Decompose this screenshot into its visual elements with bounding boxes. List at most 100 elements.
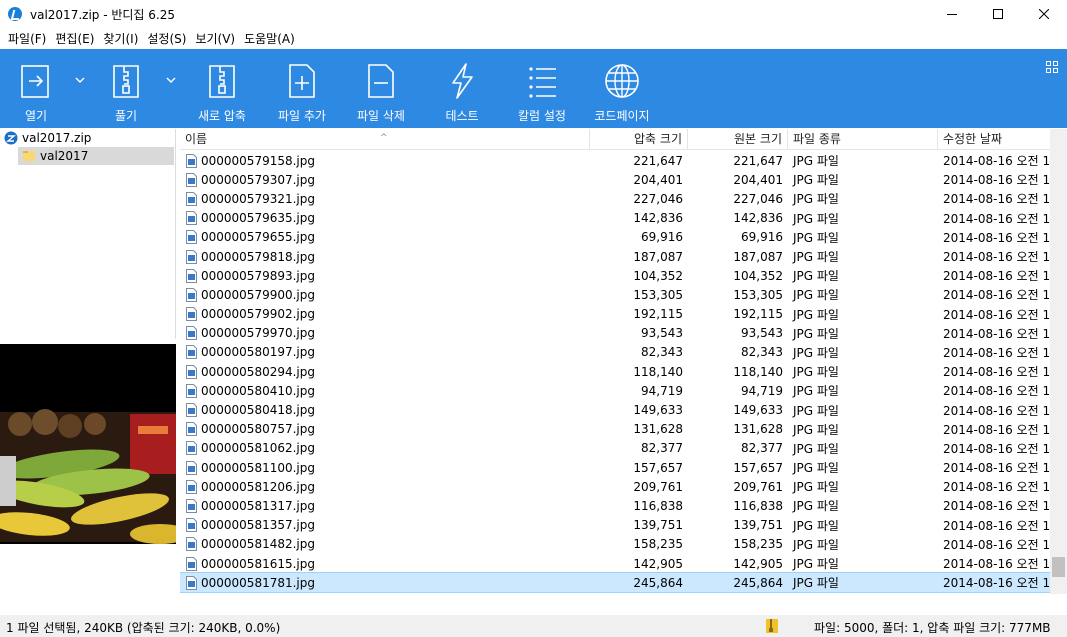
column-settings-button[interactable]: 칼럼 설정 <box>512 49 572 128</box>
layout-grid-icon[interactable] <box>1046 61 1058 73</box>
folder-icon <box>23 151 35 161</box>
file-row[interactable]: 000000580294.jpg 118,140 118,140 JPG 파일 2014… <box>180 362 1053 381</box>
file-modified-date: 2014-08-16 오전 12: <box>943 422 1053 437</box>
file-row[interactable]: 000000581206.jpg 209,761 209,761 JPG 파일 2014… <box>180 477 1053 496</box>
file-row[interactable]: 000000581317.jpg 116,838 116,838 JPG 파일 2014… <box>180 496 1053 515</box>
file-modified-date: 2014-08-16 오전 12: <box>943 557 1053 572</box>
file-row[interactable]: 000000581100.jpg 157,657 157,657 JPG 파일 2014… <box>180 458 1053 477</box>
file-name-cell: 000000581206.jpg <box>180 479 590 494</box>
jpg-file-icon <box>186 153 197 168</box>
open-label: 열기 <box>24 109 48 123</box>
tree-root[interactable]: val2017.zip <box>0 129 175 147</box>
file-compressed-size: 245,864 <box>633 575 683 590</box>
jpg-file-icon <box>186 191 197 206</box>
new-archive-label: 새로 압축 <box>198 109 246 123</box>
file-name-cell: 000000580410.jpg <box>180 383 590 398</box>
column-header-modified[interactable]: 수정한 날짜 <box>938 129 1053 150</box>
column-header-original[interactable]: 원본 크기 <box>688 129 788 150</box>
file-compressed-size: 82,377 <box>641 441 683 456</box>
file-compressed-size: 153,305 <box>633 287 683 302</box>
file-modified-date: 2014-08-16 오전 12: <box>943 518 1053 533</box>
file-name: 000000579321.jpg <box>201 191 315 206</box>
menu-settings[interactable]: 설정(S) <box>143 30 190 47</box>
jpg-file-icon <box>186 498 197 513</box>
file-compressed-size: 192,115 <box>633 307 683 322</box>
jpg-file-icon <box>186 211 197 226</box>
vertical-scroll-thumb[interactable] <box>1052 557 1065 577</box>
list-header: ^ 이름 압축 크기 원본 크기 파일 종류 수정한 날짜 <box>180 129 1053 150</box>
file-row[interactable]: 000000581357.jpg 139,751 139,751 JPG 파일 2014… <box>180 516 1053 535</box>
file-original-size: 153,305 <box>733 287 783 302</box>
file-original-size: 192,115 <box>733 307 783 322</box>
bandizip-icon[interactable] <box>8 7 22 21</box>
file-type: JPG 파일 <box>793 192 839 207</box>
column-header-type[interactable]: 파일 종류 <box>788 129 938 150</box>
file-name: 000000579158.jpg <box>201 153 315 168</box>
file-original-size: 69,916 <box>741 230 783 245</box>
file-compressed-size: 69,916 <box>641 230 683 245</box>
file-row[interactable]: 000000579321.jpg 227,046 227,046 JPG 파일 2014… <box>180 189 1053 208</box>
menu-view[interactable]: 보기(V) <box>191 30 239 47</box>
menu-edit[interactable]: 편집(E) <box>51 30 98 47</box>
tree-folder-val2017[interactable]: val2017 <box>18 147 174 165</box>
open-dropdown-icon[interactable] <box>74 75 86 85</box>
file-original-size: 204,401 <box>733 172 783 187</box>
file-original-size: 158,235 <box>733 537 783 552</box>
file-row[interactable]: 000000579970.jpg 93,543 93,543 JPG 파일 2014-0… <box>180 324 1053 343</box>
extract-dropdown-icon[interactable] <box>165 75 177 85</box>
file-name: 000000580197.jpg <box>201 345 315 360</box>
extract-button[interactable]: 풀기 <box>106 49 146 128</box>
file-row[interactable]: 000000580418.jpg 149,633 149,633 JPG 파일 2014… <box>180 400 1053 419</box>
menu-help[interactable]: 도움말(A) <box>240 30 299 47</box>
maximize-button[interactable] <box>975 0 1021 28</box>
codepage-button[interactable]: 코드페이지 <box>590 49 654 128</box>
file-name-cell: 000000580294.jpg <box>180 364 590 379</box>
file-row[interactable]: 000000579655.jpg 69,916 69,916 JPG 파일 2014-0… <box>180 228 1053 247</box>
file-row[interactable]: 000000581615.jpg 142,905 142,905 JPG 파일 2014… <box>180 554 1053 573</box>
add-files-button[interactable]: 파일 추가 <box>273 49 331 128</box>
vertical-scrollbar[interactable] <box>1050 129 1067 594</box>
file-original-size: 104,352 <box>733 268 783 283</box>
jpg-file-icon <box>186 326 197 341</box>
file-row[interactable]: 000000579307.jpg 204,401 204,401 JPG 파일 2014… <box>180 170 1053 189</box>
file-original-size: 93,543 <box>741 326 783 341</box>
minimize-button[interactable] <box>929 0 975 28</box>
column-header-name[interactable]: ^ 이름 <box>180 129 590 150</box>
file-original-size: 94,719 <box>741 383 783 398</box>
new-archive-button[interactable]: 새로 압축 <box>192 49 252 128</box>
menu-file[interactable]: 파일(F) <box>4 30 50 47</box>
column-modified-label: 수정한 날짜 <box>943 132 1003 146</box>
file-name: 000000581781.jpg <box>201 575 315 590</box>
jpg-file-icon <box>186 556 197 571</box>
extract-icon <box>113 65 139 98</box>
file-type: JPG 파일 <box>793 345 839 360</box>
file-row[interactable]: 000000580410.jpg 94,719 94,719 JPG 파일 2014-0… <box>180 381 1053 400</box>
file-row[interactable]: 000000579900.jpg 153,305 153,305 JPG 파일 2014… <box>180 285 1053 304</box>
file-row[interactable]: 000000579818.jpg 187,087 187,087 JPG 파일 2014… <box>180 247 1053 266</box>
delete-files-button[interactable]: 파일 삭제 <box>352 49 410 128</box>
file-name: 000000579635.jpg <box>201 211 315 226</box>
preview-image <box>0 344 176 544</box>
jpg-file-icon <box>186 345 197 360</box>
test-button[interactable]: 테스트 <box>440 49 484 128</box>
close-button[interactable] <box>1021 0 1067 28</box>
menu-find[interactable]: 찾기(I) <box>99 30 142 47</box>
file-row[interactable]: 000000579893.jpg 104,352 104,352 JPG 파일 2014… <box>180 266 1053 285</box>
file-original-size: 245,864 <box>733 575 783 590</box>
file-row[interactable]: 000000579635.jpg 142,836 142,836 JPG 파일 2014… <box>180 209 1053 228</box>
file-row[interactable]: 000000581482.jpg 158,235 158,235 JPG 파일 2014… <box>180 535 1053 554</box>
status-selection: 1 파일 선택됨, 240KB (압축된 크기: 240KB, 0.0%) <box>6 621 281 635</box>
file-original-size: 118,140 <box>733 364 783 379</box>
file-original-size: 149,633 <box>733 403 783 418</box>
file-row[interactable]: 000000580197.jpg 82,343 82,343 JPG 파일 2014-0… <box>180 343 1053 362</box>
file-row[interactable]: 000000579902.jpg 192,115 192,115 JPG 파일 2014… <box>180 305 1053 324</box>
column-header-compressed[interactable]: 압축 크기 <box>590 129 688 150</box>
jpg-file-icon <box>186 268 197 283</box>
file-row[interactable]: 000000581781.jpg 245,864 245,864 JPG 파일 2014… <box>180 572 1054 594</box>
file-name-cell: 000000579635.jpg <box>180 211 590 226</box>
file-row[interactable]: 000000580757.jpg 131,628 131,628 JPG 파일 2014… <box>180 420 1053 439</box>
file-row[interactable]: 000000581062.jpg 82,377 82,377 JPG 파일 2014-0… <box>180 439 1053 458</box>
file-modified-date: 2014-08-16 오전 12: <box>943 365 1053 380</box>
open-button[interactable]: 열기 <box>16 49 56 128</box>
file-row[interactable]: 000000579158.jpg 221,647 221,647 JPG 파일 2014… <box>180 151 1053 170</box>
